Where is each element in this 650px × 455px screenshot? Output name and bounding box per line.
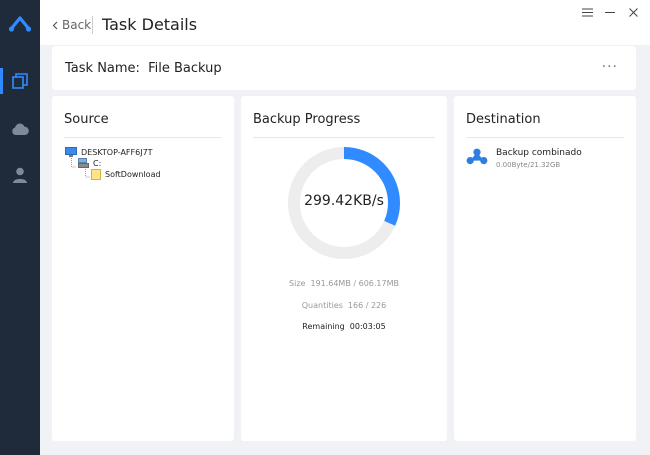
title-bar: Back Task Details [40,0,650,45]
tree-item-label: C: [93,158,102,168]
destination-name: Backup combinado [496,148,582,158]
quantities-stat: Quantities 166 / 226 [241,301,447,310]
chevron-left-icon [52,21,58,29]
remaining-label: Remaining [302,322,345,331]
tree-item-folder[interactable]: SoftDownload [91,169,161,180]
folder-icon [91,169,101,180]
hamburger-icon [581,8,593,16]
source-panel: Source DESKTOP-AFF6J7T C: SoftDownload [52,96,234,441]
tree-connectors [71,158,90,178]
destination-size: 0.00Byte/21.32GB [496,161,561,169]
remaining-stat: Remaining 00:03:05 [241,322,447,331]
tasks-icon [12,73,28,89]
menu-button[interactable] [576,3,598,21]
cloud-icon [12,123,29,135]
back-label: Back [62,18,92,32]
quantities-value: 166 / 226 [347,301,387,310]
transfer-speed: 299.42KB/s [304,193,384,209]
quantities-label: Quantities [301,301,343,310]
app-logo-icon [8,14,32,34]
close-icon [628,7,638,17]
page-title: Task Details [102,15,198,34]
close-button[interactable] [622,3,644,21]
task-name-bar: Task Name: File Backup ··· [52,46,636,90]
tree-item-drive[interactable]: C: [78,158,101,168]
task-name-value: File Backup [148,61,222,76]
destination-item[interactable]: Backup combinado 0.00Byte/21.32GB [466,148,582,169]
title-separator [92,16,93,34]
user-icon [13,167,27,183]
more-options-button[interactable]: ··· [602,59,618,75]
remaining-value: 00:03:05 [349,322,386,331]
drive-icon [78,158,89,168]
size-stat: Size 191.64MB / 606.17MB [241,279,447,288]
task-name: Task Name: File Backup [65,61,222,76]
tree-item-label: SoftDownload [105,170,161,179]
cloud-share-icon [466,148,488,165]
divider [253,137,435,138]
minimize-icon [605,11,615,13]
sidebar [0,0,40,455]
nav-cloud[interactable] [0,112,40,146]
destination-panel: Destination Backup combinado 0.00Byte/21… [454,96,636,441]
computer-icon [65,147,77,157]
tree-item-computer[interactable]: DESKTOP-AFF6J7T [65,147,153,157]
size-value: 191.64MB / 606.17MB [310,279,399,288]
progress-panel: Backup Progress 299.42KB/s Size 191.64MB … [241,96,447,441]
nav-account[interactable] [0,158,40,192]
size-label: Size [289,279,306,288]
back-button[interactable]: Back [52,18,91,32]
task-name-label: Task Name: [65,61,140,76]
nav-tasks[interactable] [0,64,40,98]
tree-item-label: DESKTOP-AFF6J7T [81,147,153,157]
minimize-button[interactable] [599,3,621,21]
progress-title: Backup Progress [253,112,361,127]
destination-title: Destination [466,112,541,127]
divider [466,137,624,138]
